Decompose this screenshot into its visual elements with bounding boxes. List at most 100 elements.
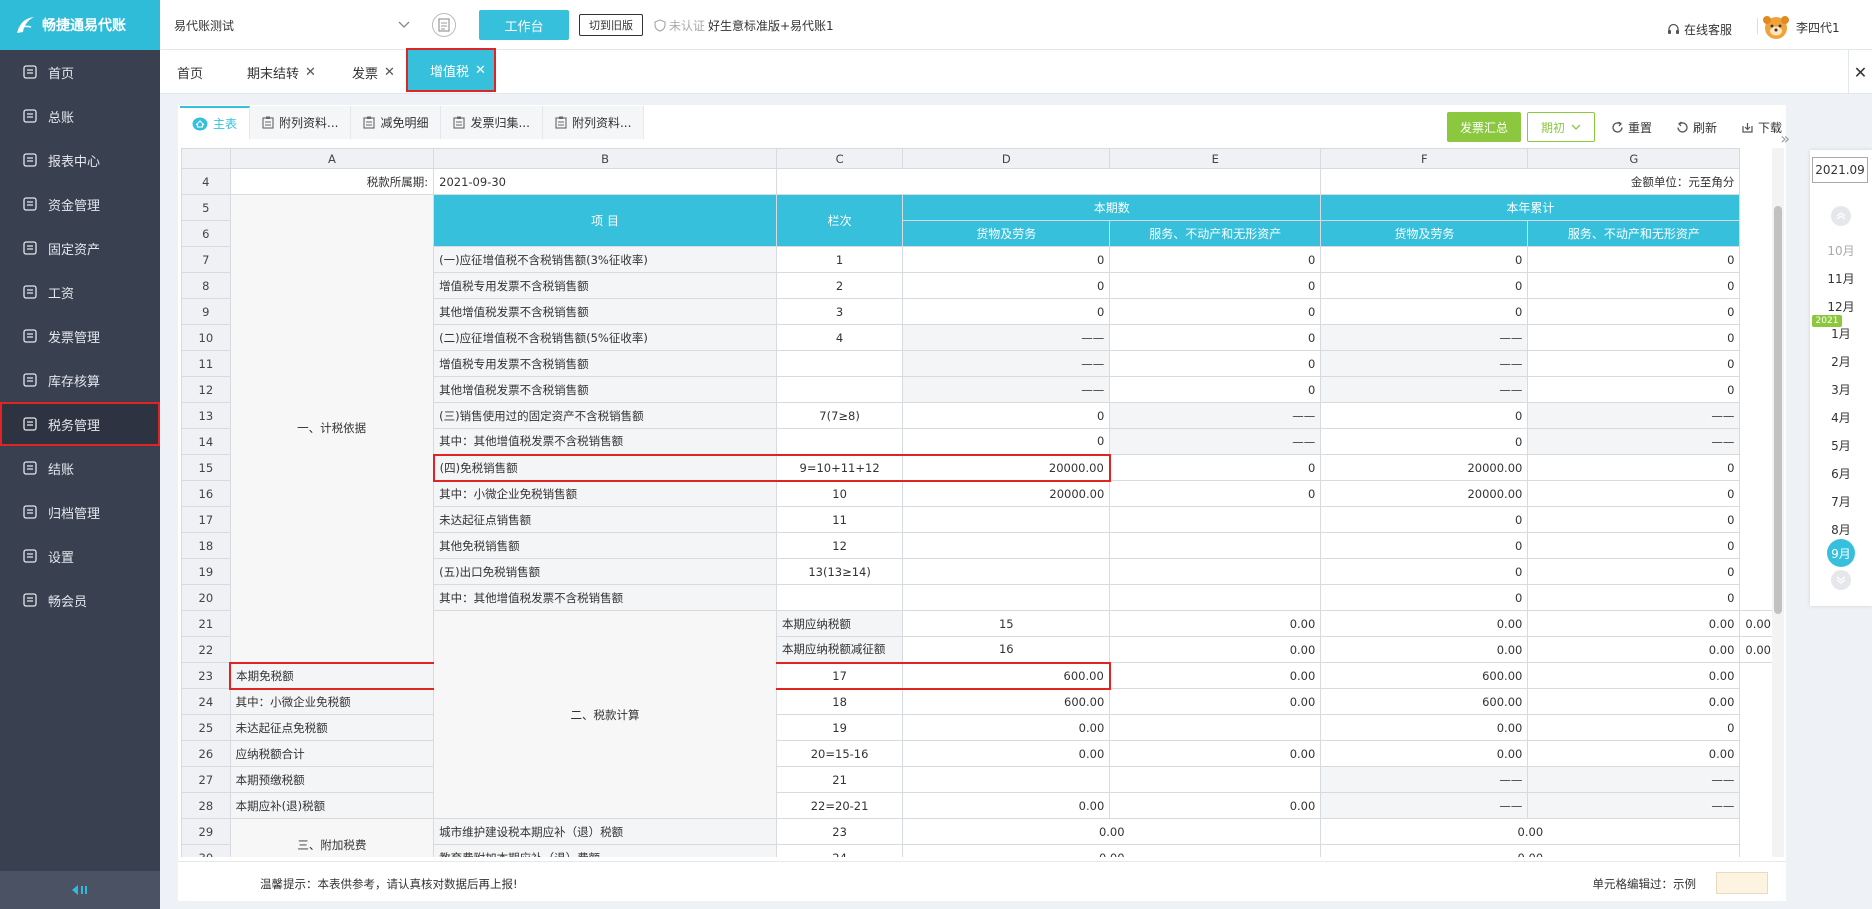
value-goods-ytd[interactable]: 0 (1320, 428, 1529, 455)
value-service-current[interactable]: 0.00 (1109, 688, 1322, 715)
column-number[interactable]: 7(7≥8) (775, 402, 904, 429)
row-number[interactable]: 17 (181, 506, 231, 533)
value-current[interactable]: 0.00 (902, 844, 1322, 857)
value-service-current[interactable] (1109, 506, 1322, 533)
row-number[interactable]: 9 (181, 298, 231, 325)
item-label[interactable]: 教育费附加本期应补（退）费额 (433, 844, 777, 857)
item-label[interactable]: 本期应补(退)税额 (229, 792, 435, 819)
value-service-current[interactable]: 0 (1109, 272, 1322, 299)
column-number[interactable] (775, 584, 904, 611)
value-service-current[interactable]: 0.00 (1109, 662, 1322, 689)
value-goods-current[interactable]: 0.00 (902, 714, 1111, 741)
value-goods-current[interactable]: 0 (902, 246, 1111, 273)
column-header[interactable]: E (1109, 148, 1322, 169)
subtab-main[interactable]: 主表 (180, 106, 251, 139)
row-number[interactable]: 19 (181, 558, 231, 585)
sidebar-item-invoice-management[interactable]: 发票管理 (0, 314, 160, 358)
value-current[interactable]: 0.00 (902, 818, 1322, 845)
download-button[interactable]: 下载 (1741, 119, 1782, 136)
value-goods-current[interactable]: 0 (902, 298, 1111, 325)
item-label[interactable]: 本期免税额 (229, 661, 435, 690)
item-label[interactable]: 城市维护建设税本期应补（退）税额 (433, 818, 777, 845)
value-goods-ytd[interactable]: 0 (1320, 558, 1529, 585)
item-label[interactable]: (四)免税销售额 (432, 453, 777, 482)
item-label[interactable]: 其他免税销售额 (433, 532, 777, 559)
column-number[interactable]: 9=10+11+12 (775, 453, 904, 482)
row-number[interactable]: 14 (181, 428, 231, 455)
close-icon[interactable]: ✕ (475, 63, 486, 78)
row-number[interactable]: 10 (181, 324, 231, 351)
item-label[interactable]: 其中：其他增值税发票不含税销售额 (433, 428, 777, 455)
section-tax-calc[interactable]: 二、税款计算 (433, 610, 777, 819)
item-label[interactable]: 其中：小微企业免税额 (229, 688, 435, 715)
account-info-button[interactable] (432, 13, 456, 37)
value-goods-current[interactable]: 0.00 (1109, 636, 1322, 663)
account-select[interactable]: 易代账测试 (168, 12, 416, 38)
column-number[interactable]: 4 (775, 324, 904, 351)
value-service-current[interactable]: 0.00 (1320, 636, 1529, 663)
period-year-display[interactable]: 2021.09 (1812, 157, 1868, 183)
value-goods-ytd[interactable]: —— (1320, 350, 1529, 377)
item-label[interactable]: 增值税专用发票不含税销售额 (433, 272, 777, 299)
column-number[interactable] (775, 428, 904, 455)
cell[interactable]: 6 (181, 220, 231, 247)
row-number[interactable]: 29 (181, 818, 231, 845)
sidebar-item-archive[interactable]: 归档管理 (0, 490, 160, 534)
vat-spreadsheet[interactable]: A B C D E F G 4 税款所属期: 2021-09-30 金额单位：元至角分 5 一、计税依据… (181, 148, 1777, 857)
value-service-ytd[interactable]: 0.00 (1527, 662, 1741, 689)
value-service-current[interactable]: 0 (1109, 324, 1322, 351)
value-goods-ytd[interactable]: 0.00 (1527, 610, 1741, 637)
workbench-button[interactable]: 工作台 (479, 10, 569, 40)
month-option[interactable]: 5月 (1810, 437, 1872, 454)
subtab-attachment-1[interactable]: 附列资料... (250, 106, 352, 139)
item-label[interactable]: (一)应征增值税不含税销售额(3%征收率) (433, 246, 777, 273)
value-service-current[interactable]: 0 (1109, 480, 1322, 507)
value-service-ytd[interactable]: 0 (1527, 298, 1741, 325)
app-logo[interactable]: 畅捷通易代账 (0, 0, 160, 50)
value-goods-current[interactable]: —— (902, 376, 1111, 403)
header-subcolumn[interactable]: 货物及劳务 (1320, 220, 1529, 247)
cell[interactable]: 5 (181, 194, 231, 221)
value-goods-ytd[interactable]: 0 (1320, 298, 1529, 325)
value-service-current[interactable] (1109, 766, 1322, 793)
value-goods-current[interactable]: 0 (902, 272, 1111, 299)
column-header[interactable]: D (902, 148, 1111, 169)
row-number[interactable]: 27 (181, 766, 231, 793)
value-goods-ytd[interactable]: 0 (1320, 532, 1529, 559)
month-option[interactable]: 7月 (1810, 493, 1872, 510)
value-ytd[interactable]: 0.00 (1320, 818, 1741, 845)
month-option[interactable]: 4月 (1810, 409, 1872, 426)
item-label[interactable]: 未达起征点免税额 (229, 714, 435, 741)
column-number[interactable]: 24 (775, 844, 904, 857)
online-service-link[interactable]: 在线客服 (1667, 21, 1732, 38)
value-goods-ytd[interactable]: 0.00 (1320, 740, 1529, 767)
value-service-ytd[interactable]: 0 (1527, 532, 1741, 559)
value-service-ytd[interactable]: 0 (1527, 376, 1741, 403)
row-number[interactable]: 7 (181, 246, 231, 273)
header-column-no[interactable]: 栏次 (775, 194, 904, 247)
row-number[interactable]: 28 (181, 792, 231, 819)
column-number[interactable]: 19 (775, 714, 904, 741)
sidebar-item-salary[interactable]: 工资 (0, 270, 160, 314)
value-service-ytd[interactable]: —— (1527, 766, 1741, 793)
item-label[interactable]: 其他增值税发票不含税销售额 (433, 376, 777, 403)
sidebar-item-inventory[interactable]: 库存核算 (0, 358, 160, 402)
item-label[interactable]: 其他增值税发票不含税销售额 (433, 298, 777, 325)
header-year-to-date[interactable]: 本年累计 (1320, 194, 1741, 221)
tab-invoice[interactable]: 发票 ✕ (352, 50, 395, 94)
value-service-current[interactable] (1109, 714, 1322, 741)
sidebar-item-report-center[interactable]: 报表中心 (0, 138, 160, 182)
switch-old-version-button[interactable]: 切到旧版 (579, 14, 643, 36)
value-service-ytd[interactable]: 0 (1527, 350, 1741, 377)
value-goods-current[interactable]: 0.00 (1109, 610, 1322, 637)
column-number[interactable]: 20=15-16 (775, 740, 904, 767)
sidebar-item-fixed-assets[interactable]: 固定资产 (0, 226, 160, 270)
grid-corner[interactable] (181, 148, 231, 169)
row-number[interactable]: 30 (181, 844, 231, 857)
column-header[interactable]: B (433, 148, 777, 169)
value-goods-ytd[interactable]: —— (1320, 766, 1529, 793)
value-goods-current[interactable]: 0.00 (902, 792, 1111, 819)
value-goods-current[interactable]: 600.00 (902, 661, 1111, 690)
section-surcharge[interactable]: 三、附加税费 (229, 818, 435, 857)
item-label[interactable]: 其中：小微企业免税销售额 (433, 480, 777, 507)
